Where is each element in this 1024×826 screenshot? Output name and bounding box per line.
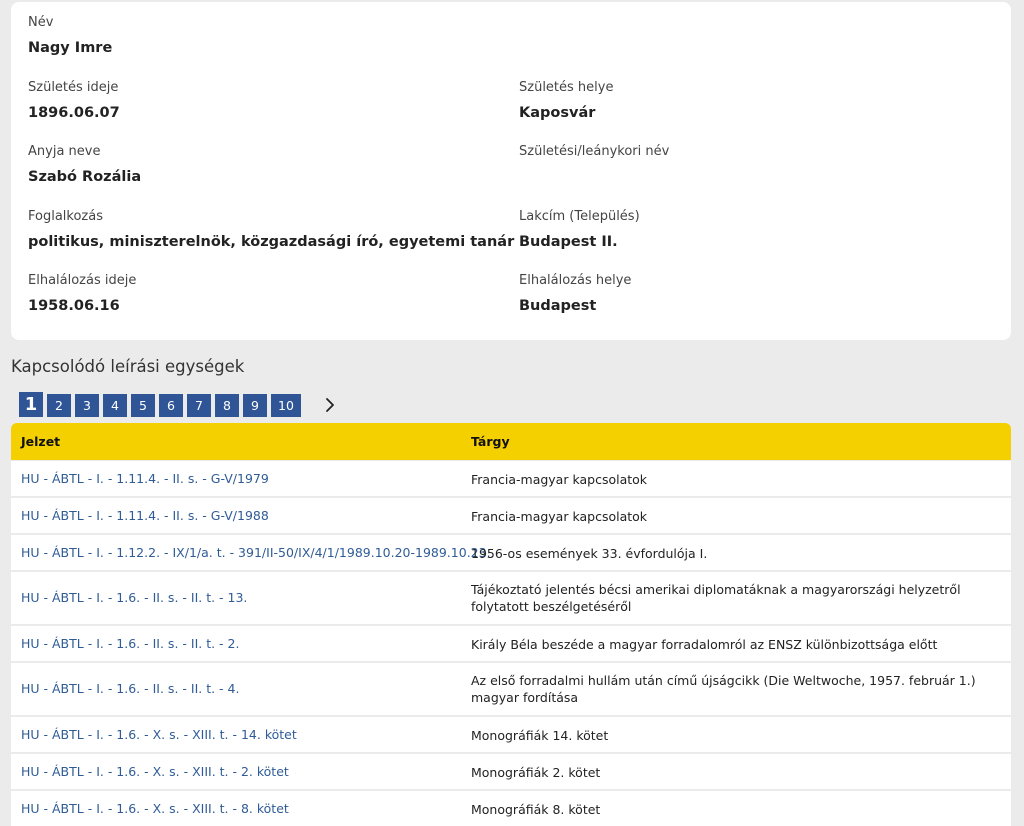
related-units-title: Kapcsolódó leírási egységek — [11, 357, 245, 376]
name-field: Név Nagy Imre — [28, 15, 112, 57]
occupation-field: Foglalkozás politikus, miniszterelnök, k… — [28, 209, 514, 251]
birth-place-value: Kaposvár — [519, 105, 596, 121]
table-row: HU - ÁBTL - I. - 1.11.4. - II. s. - G-V/… — [11, 498, 1011, 533]
mother-name-field: Anyja neve Szabó Rozália — [28, 144, 141, 186]
row-code-link[interactable]: HU - ÁBTL - I. - 1.11.4. - II. s. - G-V/… — [21, 508, 269, 523]
death-place-value: Budapest — [519, 298, 597, 314]
occupation-value: politikus, miniszterelnök, közgazdasági … — [28, 234, 515, 250]
birth-place-label: Születés helye — [519, 80, 614, 95]
death-place-label: Elhalálozás helye — [519, 273, 632, 288]
table-row: HU - ÁBTL - I. - 1.6. - II. s. - II. t. … — [11, 663, 1011, 715]
row-subject: Francia-magyar kapcsolatok — [471, 509, 648, 524]
table-row: HU - ÁBTL - I. - 1.6. - II. s. - II. t. … — [11, 626, 1011, 661]
column-header-subject: Tárgy — [471, 434, 510, 449]
table-row: HU - ÁBTL - I. - 1.6. - X. s. - XIII. t.… — [11, 791, 1011, 826]
row-subject: Francia-magyar kapcsolatok — [471, 472, 648, 487]
table-header: Jelzet Tárgy — [11, 423, 1011, 460]
maiden-name-field: Születési/leánykori név — [519, 144, 669, 168]
name-value: Nagy Imre — [28, 40, 113, 56]
page-button-1[interactable]: 1 — [19, 392, 43, 417]
occupation-label: Foglalkozás — [28, 209, 103, 224]
birth-place-field: Születés helye Kaposvár — [519, 80, 613, 122]
page-button-8[interactable]: 8 — [215, 394, 239, 417]
page-button-5[interactable]: 5 — [131, 394, 155, 417]
death-place-field: Elhalálozás helye Budapest — [519, 273, 631, 315]
page-button-9[interactable]: 9 — [243, 394, 267, 417]
chevron-right-icon[interactable] — [322, 396, 338, 414]
page-button-6[interactable]: 6 — [159, 394, 183, 417]
person-details-card: Név Nagy Imre Születés ideje 1896.06.07 … — [11, 2, 1011, 340]
row-code-link[interactable]: HU - ÁBTL - I. - 1.6. - II. s. - II. t. … — [21, 590, 247, 605]
birth-date-field: Születés ideje 1896.06.07 — [28, 80, 120, 122]
page-button-4[interactable]: 4 — [103, 394, 127, 417]
death-date-field: Elhalálozás ideje 1958.06.16 — [28, 273, 136, 315]
death-date-label: Elhalálozás ideje — [28, 273, 137, 288]
birth-date-value: 1896.06.07 — [28, 105, 120, 121]
row-subject: Tájékoztató jelentés bécsi amerikai dipl… — [471, 582, 961, 614]
row-subject: Király Béla beszéde a magyar forradalomr… — [471, 637, 938, 652]
table-row: HU - ÁBTL - I. - 1.6. - X. s. - XIII. t.… — [11, 754, 1011, 789]
table-row: HU - ÁBTL - I. - 1.11.4. - II. s. - G-V/… — [11, 461, 1011, 496]
row-code-link[interactable]: HU - ÁBTL - I. - 1.6. - II. s. - II. t. … — [21, 636, 239, 651]
residence-field: Lakcím (Település) Budapest II. — [519, 209, 640, 251]
mother-name-label: Anyja neve — [28, 144, 101, 159]
page-button-10[interactable]: 10 — [271, 394, 301, 417]
row-subject: Monográfiák 8. kötet — [471, 802, 601, 817]
related-units-table: Jelzet Tárgy HU - ÁBTL - I. - 1.11.4. - … — [11, 423, 1011, 826]
page-button-7[interactable]: 7 — [187, 394, 211, 417]
row-code-link[interactable]: HU - ÁBTL - I. - 1.11.4. - II. s. - G-V/… — [21, 471, 269, 486]
name-label: Név — [28, 15, 54, 30]
row-code-link[interactable]: HU - ÁBTL - I. - 1.6. - X. s. - XIII. t.… — [21, 727, 297, 742]
residence-value: Budapest II. — [519, 234, 618, 250]
row-code-link[interactable]: HU - ÁBTL - I. - 1.12.2. - IX/1/a. t. - … — [21, 545, 491, 560]
table-row: HU - ÁBTL - I. - 1.6. - X. s. - XIII. t.… — [11, 717, 1011, 752]
table-row: HU - ÁBTL - I. - 1.6. - II. s. - II. t. … — [11, 572, 1011, 624]
row-code-link[interactable]: HU - ÁBTL - I. - 1.6. - X. s. - XIII. t.… — [21, 764, 289, 779]
row-subject: Monográfiák 14. kötet — [471, 728, 609, 743]
row-subject: 1956-os események 33. évfordulója I. — [471, 546, 708, 561]
death-date-value: 1958.06.16 — [28, 298, 120, 314]
table-row: HU - ÁBTL - I. - 1.12.2. - IX/1/a. t. - … — [11, 535, 1011, 570]
column-header-code: Jelzet — [21, 434, 61, 449]
residence-label: Lakcím (Település) — [519, 209, 640, 224]
birth-date-label: Születés ideje — [28, 80, 119, 95]
mother-name-value: Szabó Rozália — [28, 169, 142, 185]
page-button-3[interactable]: 3 — [75, 394, 99, 417]
row-code-link[interactable]: HU - ÁBTL - I. - 1.6. - X. s. - XIII. t.… — [21, 801, 289, 816]
page-button-2[interactable]: 2 — [47, 394, 71, 417]
row-code-link[interactable]: HU - ÁBTL - I. - 1.6. - II. s. - II. t. … — [21, 681, 239, 696]
row-subject: Monográfiák 2. kötet — [471, 765, 601, 780]
row-subject: Az első forradalmi hullám után című újsá… — [471, 673, 976, 705]
maiden-name-label: Születési/leánykori név — [519, 144, 670, 159]
